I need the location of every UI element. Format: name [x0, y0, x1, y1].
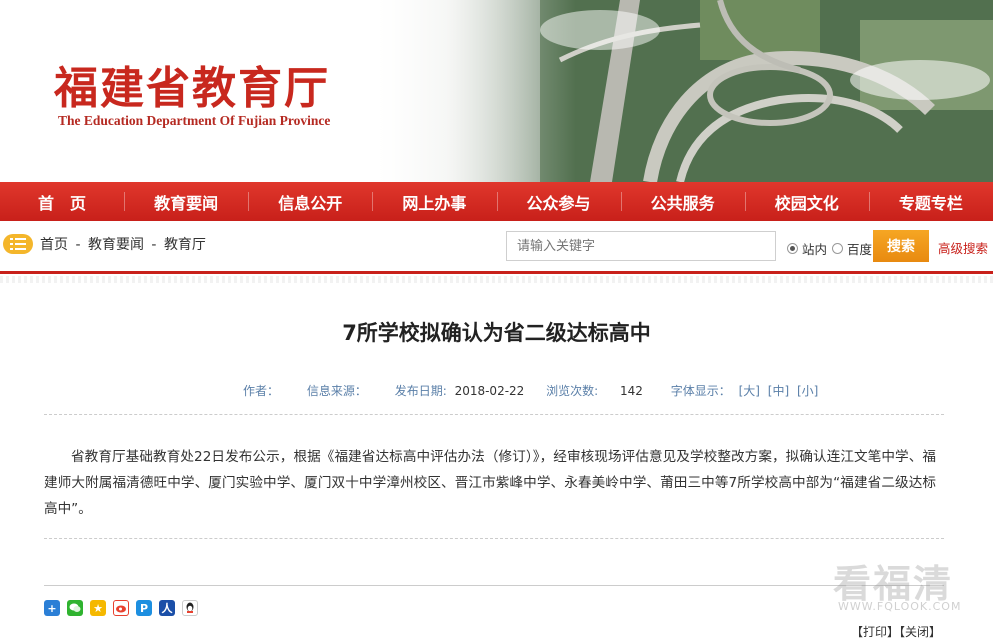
qq-icon[interactable] — [182, 600, 198, 616]
font-size-label: 字体显示： — [670, 384, 731, 398]
views-label: 浏览次数: — [546, 384, 599, 398]
breadcrumb-education-news[interactable]: 教育要闻 — [88, 237, 144, 253]
nav-item-home[interactable]: 首 页 — [0, 182, 124, 221]
font-size-medium-link[interactable]: [中] — [768, 384, 789, 398]
nav-item-campus-culture[interactable]: 校园文化 — [744, 182, 869, 221]
search-scope-site[interactable]: 站内 — [787, 239, 827, 258]
share-more-icon[interactable]: + — [44, 600, 60, 616]
search-scope-baidu-label: 百度 — [847, 242, 873, 257]
author-label: 作者： — [243, 384, 280, 398]
nav-item-information-disclosure[interactable]: 信息公开 — [248, 182, 372, 221]
qzone-icon[interactable]: ★ — [90, 600, 106, 616]
breadcrumb: 首页 - 教育要闻 - 教育厅 — [40, 234, 209, 254]
nav-item-education-news[interactable]: 教育要闻 — [124, 182, 248, 221]
divider — [44, 414, 944, 415]
close-link[interactable]: 【关闭】 — [899, 625, 941, 639]
menu-icon[interactable] — [3, 234, 33, 254]
source-label: 信息来源： — [306, 384, 367, 398]
advanced-search-link[interactable]: 高级搜索 — [938, 238, 988, 257]
site-title-cn: 福建省教育厅 — [54, 63, 330, 114]
divider-pattern — [0, 276, 993, 283]
search-input[interactable] — [515, 237, 769, 255]
date-label: 发布日期: — [394, 384, 447, 398]
divider — [0, 271, 993, 274]
radio-selected-icon[interactable] — [787, 243, 798, 254]
date-value: 2018-02-22 — [454, 384, 525, 398]
article-body: 省教育厅基础教育处22日发布公示，根据《福建省达标高中评估办法（修订）》，经审核… — [44, 449, 936, 517]
breadcrumb-current: 教育厅 — [163, 237, 206, 253]
divider — [44, 538, 944, 539]
search-scope-baidu[interactable]: 百度 — [832, 239, 872, 258]
divider — [44, 585, 944, 586]
weibo-icon[interactable] — [113, 600, 129, 616]
article-title: 7所学校拟确认为省二级达标高中 — [342, 321, 651, 345]
article-meta: 作者： 信息来源： 发布日期: 2018-02-22 浏览次数: 142 字体显… — [243, 382, 822, 399]
print-close-links: 【打印】【关闭】 — [851, 623, 941, 640]
wechat-icon[interactable] — [67, 600, 83, 616]
nav-item-special-topics[interactable]: 专题专栏 — [868, 182, 993, 221]
breadcrumb-home[interactable]: 首页 — [40, 237, 68, 253]
renren-icon[interactable]: 人 — [159, 600, 175, 616]
search-scope-site-label: 站内 — [802, 242, 828, 257]
breadcrumb-separator: - — [75, 237, 81, 253]
nav-item-public-services[interactable]: 公共服务 — [620, 182, 745, 221]
breadcrumb-separator: - — [151, 237, 157, 253]
site-title-en: The Education Department Of Fujian Provi… — [58, 113, 331, 128]
nav-item-public-participation[interactable]: 公众参与 — [496, 182, 621, 221]
radio-unselected-icon[interactable] — [832, 243, 843, 254]
main-nav: 首 页 教育要闻 信息公开 网上办事 公众参与 公共服务 校园文化 专题专栏 — [0, 182, 993, 221]
font-size-large-link[interactable]: [大] — [739, 384, 760, 398]
nav-item-online-services[interactable]: 网上办事 — [372, 182, 496, 221]
header-banner: 福建省教育厅 The Education Department Of Fujia… — [0, 0, 993, 182]
print-link[interactable]: 【打印】 — [851, 625, 899, 639]
tencent-weibo-icon[interactable]: P — [136, 600, 152, 616]
watermark-url: WWW.FQLOOK.COM — [838, 600, 962, 613]
font-size-small-link[interactable]: [小] — [797, 384, 818, 398]
search-field[interactable] — [506, 231, 776, 261]
views-value: 142 — [620, 384, 643, 398]
share-bar: + ★ P 人 — [44, 600, 198, 616]
search-button[interactable]: 搜索 — [873, 230, 929, 262]
